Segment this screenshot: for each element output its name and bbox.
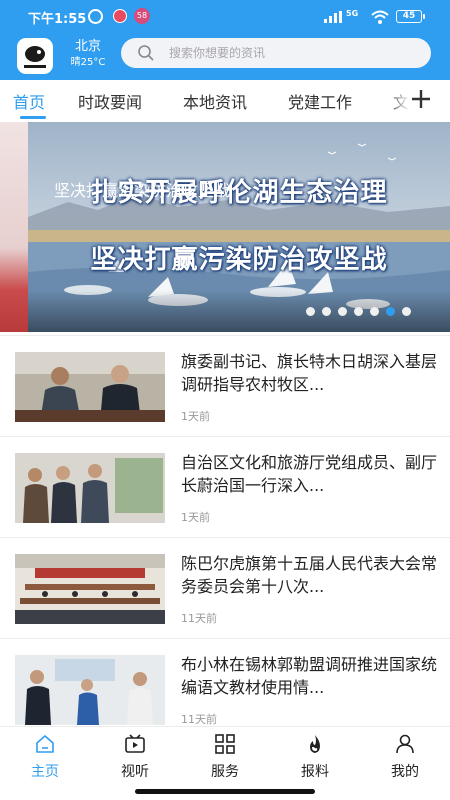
tab-party-building[interactable]: 党建工作 xyxy=(288,89,352,113)
wifi-icon xyxy=(371,10,389,24)
news-item[interactable]: 布小林在锡林郭勒盟调研推进国家统编语文教材使用情... 11天前 xyxy=(0,638,450,725)
logo-emblem-icon xyxy=(24,46,46,68)
carousel-dot[interactable] xyxy=(354,307,363,316)
status-time: 下午1:55 xyxy=(28,12,87,27)
carousel-dot[interactable] xyxy=(402,307,411,316)
banner-headline-2: 坚决打赢污染防治攻坚战 xyxy=(90,245,388,275)
news-title[interactable]: 自治区文化和旅游厅党组成员、副厅长蔚治国一行深入... xyxy=(181,451,439,497)
nav-report[interactable]: 报料 xyxy=(285,733,345,783)
nav-label: 服务 xyxy=(211,764,239,780)
carousel-dot-active[interactable] xyxy=(386,307,395,316)
video-icon xyxy=(125,734,145,753)
search-input[interactable] xyxy=(169,38,419,68)
app-header: 下午1:55 58 5G 45 北京 晴25°C xyxy=(0,0,450,80)
search-icon xyxy=(138,45,154,61)
news-title[interactable]: 旗委副书记、旗长特木日胡深入基层调研指导农村牧区... xyxy=(181,350,439,396)
news-list: 旗委副书记、旗长特木日胡深入基层调研指导农村牧区... 1天前 自治区文化和旅游… xyxy=(0,335,450,725)
alarm-icon xyxy=(88,9,103,24)
nav-profile[interactable]: 我的 xyxy=(375,733,435,783)
signal-icon xyxy=(324,11,342,23)
fire-icon xyxy=(310,735,320,753)
news-item[interactable]: 旗委副书记、旗长特木日胡深入基层调研指导农村牧区... 1天前 xyxy=(0,335,450,436)
news-item[interactable]: 自治区文化和旅游厅党组成员、副厅长蔚治国一行深入... 1天前 xyxy=(0,436,450,537)
banner-carousel[interactable]: 扎实开展呼伦湖生态治理 坚决打赢污染防治攻坚战 xyxy=(0,122,450,332)
news-time: 1天前 xyxy=(181,410,210,423)
nav-label: 报料 xyxy=(301,764,329,780)
tab-politics[interactable]: 时政要闻 xyxy=(78,89,142,113)
nav-home[interactable]: 主页 xyxy=(15,733,75,783)
news-thumbnail[interactable] xyxy=(15,352,165,422)
carousel-dot[interactable] xyxy=(338,307,347,316)
nav-label: 视听 xyxy=(121,764,149,780)
user-icon xyxy=(396,734,414,754)
notification-app-icon xyxy=(113,9,127,23)
news-title[interactable]: 陈巴尔虎旗第十五届人民代表大会常务委员会第十八次... xyxy=(181,552,439,598)
nav-label: 主页 xyxy=(31,764,59,780)
grid-icon xyxy=(215,734,235,754)
signal-5g-icon: 5G xyxy=(346,9,359,18)
add-channel-icon[interactable] xyxy=(411,89,431,109)
news-time: 11天前 xyxy=(181,713,217,725)
battery-icon: 45 xyxy=(396,10,425,23)
tab-home[interactable]: 首页 xyxy=(13,89,45,113)
location-weather[interactable]: 北京 晴25°C xyxy=(66,38,110,70)
photo-school-icon xyxy=(15,655,165,725)
photo-meeting-icon xyxy=(15,352,165,422)
previous-slide-peek xyxy=(0,122,28,332)
nav-label: 我的 xyxy=(391,764,419,780)
news-thumbnail[interactable] xyxy=(15,655,165,725)
carousel-dot[interactable] xyxy=(306,307,315,316)
news-title[interactable]: 布小林在锡林郭勒盟调研推进国家统编语文教材使用情... xyxy=(181,653,439,699)
nav-services[interactable]: 服务 xyxy=(195,733,255,783)
weather-text: 晴25°C xyxy=(70,57,106,68)
tab-local[interactable]: 本地资讯 xyxy=(183,89,247,113)
news-thumbnail[interactable] xyxy=(15,453,165,523)
banner-caption[interactable]: 坚决打赢污染防治攻坚战 xyxy=(54,177,230,201)
photo-exhibition-icon xyxy=(15,453,165,523)
home-indicator xyxy=(135,789,315,794)
carousel-dot[interactable] xyxy=(322,307,331,316)
app-logo xyxy=(17,38,53,74)
news-time: 1天前 xyxy=(181,511,210,524)
news-time: 11天前 xyxy=(181,612,217,625)
active-tab-indicator xyxy=(20,116,46,119)
carousel-dot[interactable] xyxy=(370,307,379,316)
notification-badge: 58 xyxy=(134,8,150,24)
city-name[interactable]: 北京 xyxy=(66,38,110,56)
status-bar: 下午1:55 58 5G 45 xyxy=(0,0,450,34)
search-bar[interactable] xyxy=(121,38,431,68)
category-tabs: 首页 时政要闻 本地资讯 党建工作 文 xyxy=(0,80,450,120)
home-icon xyxy=(36,735,54,753)
nav-video[interactable]: 视听 xyxy=(105,733,165,783)
news-item[interactable]: 陈巴尔虎旗第十五届人民代表大会常务委员会第十八次... 11天前 xyxy=(0,537,450,638)
photo-conference-icon xyxy=(15,554,165,624)
news-thumbnail[interactable] xyxy=(15,554,165,624)
